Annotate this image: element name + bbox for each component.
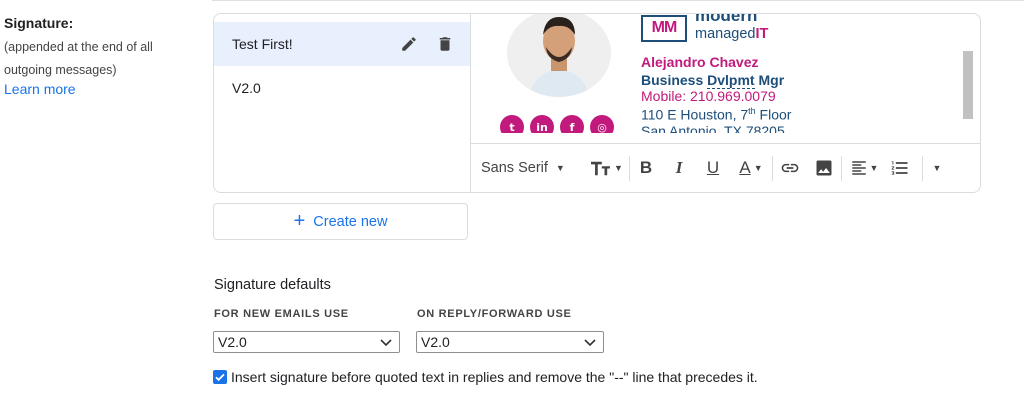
formatting-toolbar: Sans Serif ▼ ▼ B I U A ▼ ▼ ▼	[471, 143, 980, 193]
insert-before-quoted-label: Insert signature before quoted text in r…	[231, 369, 758, 385]
signature-address-line2: San Antonio, TX 78205	[641, 123, 785, 133]
font-family-select[interactable]: Sans Serif ▼	[471, 144, 583, 193]
align-left-icon	[851, 161, 866, 175]
font-size-button[interactable]: ▼	[583, 144, 629, 193]
logo-text-bottom: managedIT	[695, 26, 769, 42]
signature-item-label: Test First!	[232, 36, 293, 52]
reply-forward-label: ON REPLY/FORWARD USE	[417, 308, 572, 320]
signature-list: Test First! V2.0	[214, 14, 471, 192]
insert-before-quoted-checkbox[interactable]	[213, 370, 227, 384]
italic-icon: I	[675, 158, 683, 177]
create-new-label: Create new	[313, 213, 388, 230]
trash-icon	[439, 37, 451, 51]
underline-icon: U	[706, 158, 720, 177]
checkmark-icon	[215, 373, 225, 382]
text-color-icon: A	[739, 158, 751, 177]
linkedin-icon[interactable]: in	[530, 115, 554, 133]
signature-name: Alejandro Chavez	[641, 54, 759, 70]
chevron-down-icon: ▼	[932, 163, 942, 173]
profile-photo	[507, 14, 611, 97]
insert-link-button[interactable]	[773, 144, 807, 193]
signature-item-v2[interactable]: V2.0	[214, 66, 470, 110]
numbered-list-button[interactable]	[886, 144, 914, 193]
signature-label: Signature:	[4, 15, 74, 31]
logo-mark: MM	[641, 15, 687, 42]
preview-scrollbar[interactable]	[963, 51, 973, 119]
edit-signature-button[interactable]	[398, 33, 420, 55]
instagram-icon[interactable]: ◎	[590, 115, 614, 133]
text-size-icon	[591, 161, 610, 176]
section-divider	[212, 0, 1024, 1]
chevron-down-icon: ▼	[555, 163, 565, 173]
insert-image-button[interactable]	[807, 144, 841, 193]
insert-before-quoted-option: Insert signature before quoted text in r…	[213, 369, 758, 385]
signature-address-line1: 110 E Houston, 7th Floor	[641, 106, 792, 123]
chevron-down-icon	[380, 339, 392, 347]
reply-forward-signature-select[interactable]: V2.0	[416, 331, 604, 353]
signature-mobile: Mobile: 210.969.0079	[641, 88, 776, 104]
italic-button[interactable]: I	[662, 144, 696, 193]
signature-description: (appended at the end of all outgoing mes…	[4, 40, 153, 77]
signature-editor[interactable]: t in f ◎ MM modern managedIT Alejandro C…	[471, 14, 980, 193]
signature-panel: Test First! V2.0 t in f ◎ MM modern mana…	[213, 13, 981, 193]
twitter-icon[interactable]: t	[500, 115, 524, 133]
pencil-icon	[402, 37, 416, 51]
text-color-button[interactable]: A ▼	[730, 144, 772, 193]
align-button[interactable]: ▼	[842, 144, 886, 193]
logo-text-top: modern	[695, 14, 758, 25]
numbered-list-icon	[891, 161, 908, 175]
image-icon	[816, 160, 832, 176]
facebook-icon[interactable]: f	[560, 115, 584, 133]
learn-more-link[interactable]: Learn more	[4, 81, 76, 97]
signature-item-test-first[interactable]: Test First!	[214, 22, 470, 66]
signature-item-label: V2.0	[232, 80, 261, 96]
signature-defaults-title: Signature defaults	[214, 277, 331, 293]
social-links: t in f ◎	[500, 115, 614, 133]
bold-icon: B	[639, 158, 653, 177]
create-new-signature-button[interactable]: + Create new	[213, 203, 468, 240]
chevron-down-icon	[584, 339, 596, 347]
new-emails-label: FOR NEW EMAILS USE	[214, 308, 349, 320]
new-emails-signature-select[interactable]: V2.0	[213, 331, 400, 353]
signature-role: Business Dvlpmt Mgr	[641, 72, 785, 89]
more-formatting-button[interactable]: ▼	[923, 144, 951, 193]
link-icon	[781, 163, 799, 173]
underline-button[interactable]: U	[696, 144, 730, 193]
bold-button[interactable]: B	[630, 144, 662, 193]
delete-signature-button[interactable]	[434, 33, 456, 55]
plus-icon: +	[293, 209, 306, 232]
signature-preview[interactable]: t in f ◎ MM modern managedIT Alejandro C…	[471, 14, 980, 133]
